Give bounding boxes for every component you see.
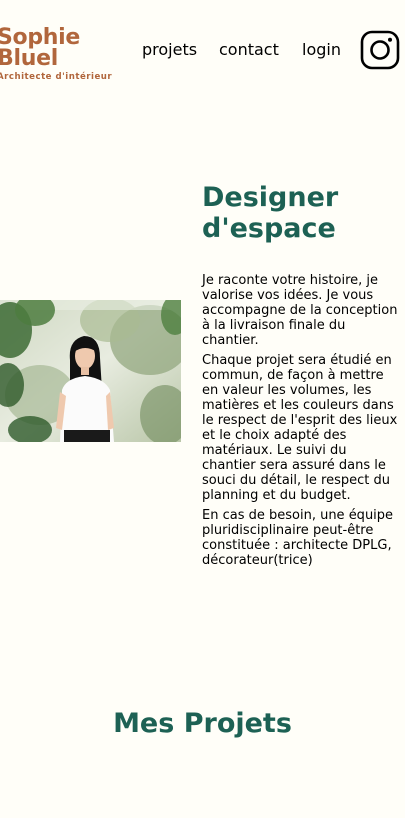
- logo[interactable]: Sophie Bluel Architecte d'intérieur: [0, 25, 122, 83]
- text-line: et le choix adapté des: [202, 428, 347, 443]
- instagram-icon-svg: [360, 30, 400, 70]
- text-line: matières et les couleurs dans: [202, 398, 394, 413]
- intro-paragraph-2: Chaque projet sera étudié en commun, de …: [202, 353, 405, 503]
- nav-link-contact[interactable]: contact: [219, 40, 279, 60]
- logo-name: Sophie Bluel: [0, 25, 81, 71]
- text-line: constituée : architecte DPLG,: [202, 538, 392, 553]
- text-line: le respect de l'esprit des lieux: [202, 413, 398, 428]
- text-line: commun, de façon à mettre: [202, 368, 384, 383]
- text-line: matériaux. Le suivi du: [202, 443, 347, 458]
- text-line: valorise vos idées. Je vous: [202, 288, 374, 303]
- text-line: En cas de besoin, une équipe: [202, 508, 394, 523]
- text-line: chantier sera assuré dans le: [202, 458, 386, 473]
- text-line: en valeur les volumes, les: [202, 383, 372, 398]
- text-line: souci du détail, le respect du: [202, 473, 390, 488]
- text-line: planning et du budget.: [202, 488, 351, 503]
- projects-title: Mes Projets: [113, 708, 292, 739]
- intro-paragraph-3: En cas de besoin, une équipe pluridiscip…: [202, 508, 405, 568]
- text-line: Chaque projet sera étudié en: [202, 353, 392, 368]
- portrait-photo: [0, 300, 181, 442]
- portrait-photo-svg: [0, 300, 181, 442]
- text-line: chantier.: [202, 333, 259, 348]
- text-line: accompagne de la conception: [202, 303, 398, 318]
- instagram-icon[interactable]: [360, 30, 400, 70]
- nav-link-projets[interactable]: projets: [142, 40, 197, 60]
- text-line: décorateur(trice): [202, 553, 313, 568]
- section-title: Designer d'espace: [202, 182, 339, 244]
- intro-paragraph-1: Je raconte votre histoire, je valorise v…: [202, 273, 405, 348]
- text-line: Je raconte votre histoire, je: [202, 273, 378, 288]
- logo-tagline: Architecte d'intérieur: [0, 72, 113, 82]
- text-line: à la livraison finale du: [202, 318, 346, 333]
- intro-text: Je raconte votre histoire, je valorise v…: [202, 273, 405, 573]
- nav-link-login[interactable]: login: [302, 40, 341, 60]
- text-line: pluridisciplinaire peut-être: [202, 523, 374, 538]
